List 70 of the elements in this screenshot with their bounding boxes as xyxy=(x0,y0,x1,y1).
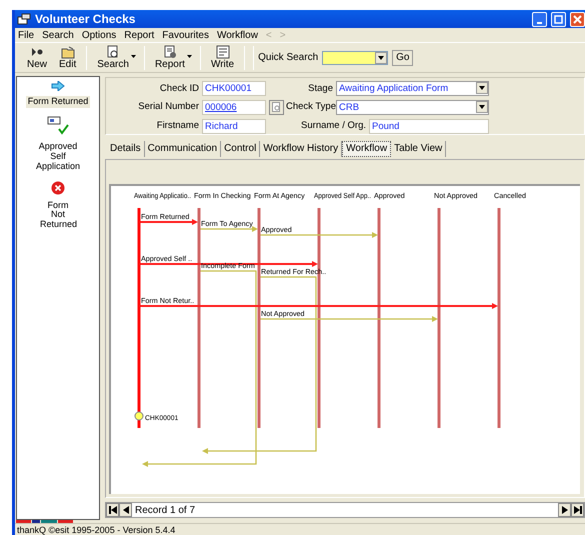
previous-record-button[interactable] xyxy=(119,503,132,517)
edit-icon xyxy=(60,45,75,59)
caret-icon xyxy=(479,86,485,90)
check-type-dropdown[interactable]: CRB xyxy=(336,100,489,115)
new-button[interactable]: New xyxy=(21,45,54,70)
status-text: thankQ ©esit 1995-2005 - Version 5.4.4 xyxy=(16,524,176,535)
menu-item[interactable]: Report xyxy=(124,28,154,42)
arrow-icon xyxy=(51,81,65,91)
search-button[interactable]: Search xyxy=(91,45,135,70)
app-icon xyxy=(17,13,31,25)
report-button[interactable]: Report xyxy=(148,45,191,70)
close-button[interactable] xyxy=(570,12,585,26)
surname-field[interactable]: Pound xyxy=(369,118,489,134)
field-label: Stage xyxy=(307,82,334,96)
go-button[interactable]: Go xyxy=(392,50,414,66)
menu-item[interactable]: Search xyxy=(42,28,74,42)
caret-icon xyxy=(378,56,384,60)
next-icon xyxy=(560,506,568,514)
menu-item[interactable]: Favourites xyxy=(162,28,209,42)
caret-icon xyxy=(130,54,136,58)
menu-item[interactable]: File xyxy=(18,28,34,42)
next-record-button[interactable] xyxy=(558,503,571,517)
firstname-field[interactable]: Richard xyxy=(202,118,266,134)
field-label: Check ID xyxy=(158,82,200,96)
menu-item[interactable]: Options xyxy=(82,28,116,42)
tab[interactable]: Workflow xyxy=(342,141,392,157)
caret-icon xyxy=(186,54,192,58)
field-label: Serial Number xyxy=(137,100,200,114)
field-label: Check Type xyxy=(286,100,336,114)
minimize-icon xyxy=(537,22,542,24)
caret-icon xyxy=(479,104,485,109)
write-icon xyxy=(216,45,230,59)
stage-dropdown[interactable]: Awaiting Application Form xyxy=(336,81,489,96)
maximize-button[interactable] xyxy=(551,12,566,26)
document-icon xyxy=(272,102,281,112)
last-record-button[interactable] xyxy=(571,503,584,517)
field-label: Surname / Org. xyxy=(301,119,367,134)
error-icon xyxy=(51,180,65,195)
dropdown-button[interactable] xyxy=(476,100,488,113)
record-counter: Record 1 of 7 xyxy=(134,504,196,518)
quick-search-label: Quick Search xyxy=(258,51,318,65)
tab[interactable]: Workflow History xyxy=(260,141,342,157)
workflow-action[interactable]: Form Not Returned xyxy=(38,180,78,232)
serial-number-field[interactable]: 000006 xyxy=(202,100,266,115)
previous-icon xyxy=(122,506,130,514)
menu-item[interactable]: Workflow xyxy=(216,28,258,42)
field-label: Firstname xyxy=(156,119,200,134)
current-record-marker xyxy=(134,412,144,420)
close-icon xyxy=(573,14,582,24)
workflow-action[interactable]: Form Returned xyxy=(26,81,90,108)
dropdown-button[interactable] xyxy=(476,82,488,94)
dropdown-button[interactable] xyxy=(375,52,388,64)
approval-icon xyxy=(47,116,69,136)
check-id-field[interactable]: CHK00001 xyxy=(202,81,266,96)
quick-search-field[interactable] xyxy=(322,50,388,64)
window-title: Volunteer Checks xyxy=(35,11,136,28)
first-icon xyxy=(108,506,116,514)
minimize-button[interactable] xyxy=(532,12,547,26)
last-icon xyxy=(574,506,582,514)
status-strip xyxy=(16,520,74,523)
edit-button[interactable]: Edit xyxy=(53,45,82,70)
first-record-button[interactable] xyxy=(106,503,119,517)
workflow-action[interactable]: Approved Self Application xyxy=(28,116,88,173)
write-button[interactable]: Write xyxy=(204,45,240,70)
report-icon xyxy=(162,45,177,59)
lookup-button[interactable] xyxy=(269,100,284,115)
search-icon xyxy=(106,45,120,59)
tab[interactable]: Table View xyxy=(391,141,446,157)
new-icon xyxy=(30,45,44,59)
maximize-icon xyxy=(554,14,563,24)
